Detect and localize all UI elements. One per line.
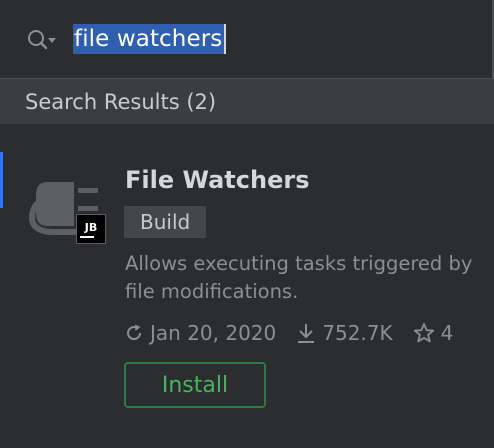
text-caret (224, 24, 227, 54)
install-button[interactable]: Install (124, 362, 266, 408)
selection-accent (0, 152, 3, 208)
search-results-label: Search Results (2) (25, 90, 217, 114)
download-icon (298, 324, 315, 343)
plugin-title[interactable]: File Watchers (125, 166, 309, 194)
refresh-icon (127, 324, 142, 341)
plugin-rating-text: 4 (440, 321, 454, 345)
plugin-downloads: 752.7K (296, 321, 393, 345)
search-query-text[interactable]: file watchers (73, 24, 225, 54)
search-bar: file watchers (0, 0, 494, 78)
plugin-meta: Jan 20, 2020 752.7K 4 (124, 318, 453, 348)
plugin-rating: 4 (413, 321, 454, 345)
plugin-date-text: Jan 20, 2020 (150, 321, 277, 345)
plugin-date: Jan 20, 2020 (124, 321, 276, 345)
plugin-downloads-text: 752.7K (322, 321, 393, 345)
search-icon[interactable] (26, 28, 58, 52)
jetbrains-badge-icon: JB (76, 214, 106, 244)
plugin-tag: Build (124, 206, 207, 238)
plugin-description: Allows executing tasks triggered by file… (125, 252, 473, 303)
badge-underline (80, 235, 94, 238)
vendor-badge-text: JB (84, 220, 98, 234)
star-icon (413, 323, 434, 343)
search-input[interactable]: file watchers (73, 24, 227, 54)
dropdown-arrow-icon (48, 38, 56, 43)
search-results-header: Search Results (2) (0, 78, 494, 125)
